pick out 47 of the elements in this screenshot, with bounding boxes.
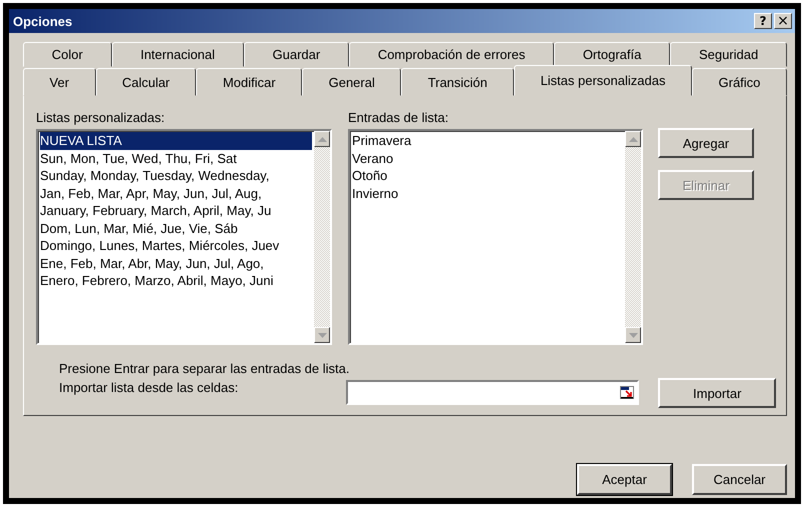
- close-button[interactable]: ×: [774, 13, 792, 29]
- tab[interactable]: Modificar: [196, 68, 302, 96]
- tab[interactable]: Guardar: [244, 42, 350, 67]
- entries-label: Entradas de lista:: [348, 110, 450, 125]
- range-input-field[interactable]: [346, 380, 640, 405]
- scrollbar[interactable]: [625, 131, 641, 343]
- list-item[interactable]: Sun, Mon, Tue, Wed, Thu, Fri, Sat: [40, 150, 312, 167]
- tab[interactable]: General: [302, 68, 402, 96]
- list-item[interactable]: January, February, March, April, May, Ju: [40, 202, 312, 220]
- list-item[interactable]: Jan, Feb, Mar, Apr, May, Jun, Jul, Aug,: [40, 184, 312, 202]
- list-item[interactable]: NUEVA LISTA: [40, 132, 312, 150]
- list-item[interactable]: Sunday, Monday, Tuesday, Wednesday,: [40, 167, 312, 184]
- tab[interactable]: Color: [23, 42, 112, 67]
- scroll-up-icon[interactable]: [625, 131, 641, 147]
- button[interactable]: Cancelar: [692, 464, 787, 495]
- tab[interactable]: Listas personalizadas: [514, 65, 692, 96]
- list-item[interactable]: Enero, Febrero, Marzo, Abril, Mayo, Juni: [40, 272, 312, 290]
- default-button[interactable]: Aceptar: [577, 464, 672, 495]
- list-label: Listas personalizadas:: [36, 110, 166, 125]
- tab[interactable]: Internacional: [112, 42, 244, 67]
- entry-text: Otoño: [352, 167, 388, 184]
- tab[interactable]: Comprobación de errores: [349, 42, 554, 67]
- scrollbar[interactable]: [314, 131, 330, 343]
- custom-lists-listbox[interactable]: [36, 129, 332, 345]
- tab[interactable]: Seguridad: [670, 42, 788, 67]
- list-item[interactable]: Dom, Lun, Mar, Mié, Jue, Vie, Sáb: [40, 220, 312, 237]
- window-title: Opciones: [13, 14, 72, 28]
- scroll-down-icon[interactable]: [314, 327, 330, 343]
- scroll-down-icon[interactable]: [625, 327, 641, 343]
- tab[interactable]: Gráfico: [692, 68, 787, 96]
- entry-text: Verano: [352, 150, 394, 167]
- tab[interactable]: Transición: [401, 68, 514, 96]
- hint-text: Presione Entrar para separar las entradas de lista.: [59, 361, 350, 376]
- tab[interactable]: Ortografía: [554, 42, 670, 67]
- entry-text: Primavera: [352, 132, 412, 150]
- list-item[interactable]: Ene, Feb, Mar, Abr, May, Jun, Jul, Ago,: [40, 254, 312, 272]
- tab[interactable]: Calcular: [96, 68, 196, 96]
- range-select-icon[interactable]: [620, 386, 634, 399]
- scroll-up-icon[interactable]: [314, 131, 330, 147]
- entry-text: Invierno: [352, 184, 400, 202]
- list-entries-field[interactable]: Primavera Verano Otoño Invierno: [348, 129, 643, 345]
- import-button[interactable]: Importar: [658, 378, 776, 408]
- help-button[interactable]: ?: [754, 13, 772, 29]
- import-label: Importar lista desde las celdas:: [59, 380, 240, 395]
- list-item[interactable]: Domingo, Lunes, Martes, Miércoles, Juev: [40, 237, 312, 254]
- tab[interactable]: Ver: [23, 68, 96, 96]
- button[interactable]: Agregar: [658, 128, 754, 158]
